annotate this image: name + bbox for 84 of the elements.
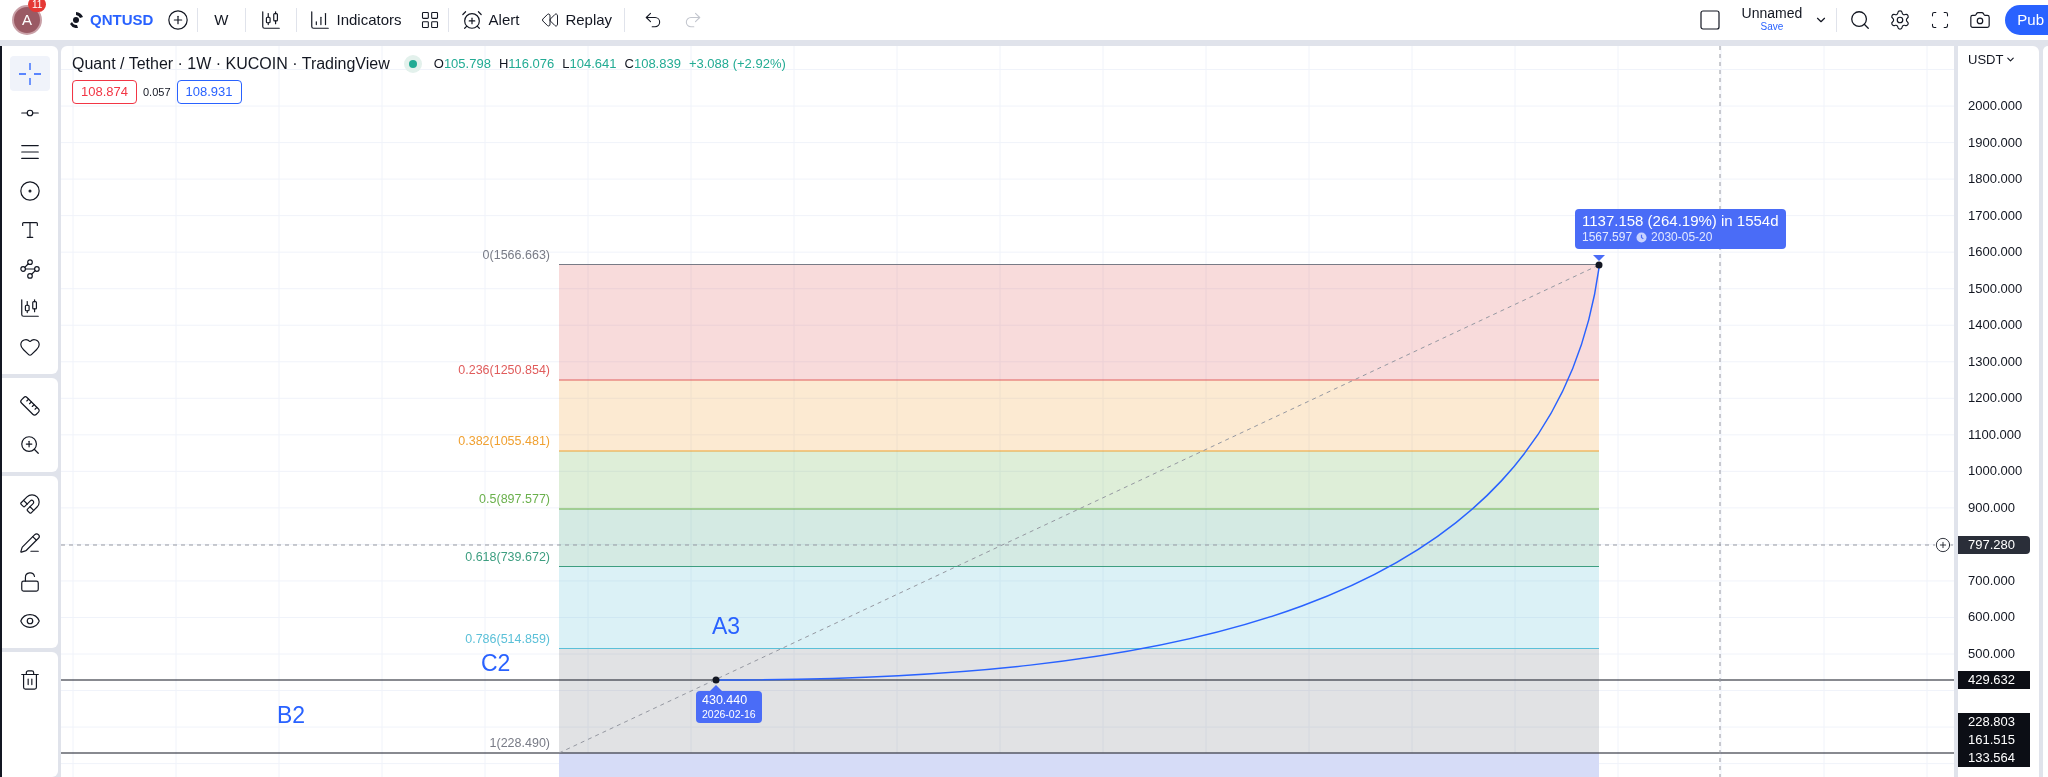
fib-level-label: 0.382(1055.481) (458, 434, 550, 448)
alert-button[interactable]: Alert (456, 8, 524, 32)
magnet-icon (19, 492, 41, 515)
buy-price[interactable]: 108.931 (176, 80, 242, 104)
price-tick: 1200.000 (1968, 390, 2023, 407)
price-tick: 1500.000 (1968, 280, 2023, 297)
tooltip-price: 1567.597 (1582, 229, 1633, 246)
price-label: 161.515 (1958, 731, 2030, 749)
tooltip-change: 1137.158 (264.19%) in 1554d (1582, 212, 1779, 229)
settings-icon[interactable] (1889, 9, 1912, 31)
fib-level-label: 0.786(514.859) (465, 631, 550, 646)
price-tick: 700.000 (1968, 572, 2015, 589)
interval-button[interactable]: W (206, 8, 237, 32)
ohlc-value: 104.641 (569, 55, 617, 74)
spread-value: 0.057 (143, 84, 171, 100)
price-tick: 1800.000 (1968, 171, 2023, 188)
add-alert-icon[interactable] (1935, 537, 1951, 553)
pattern-icon (19, 257, 41, 280)
ohlc-key: L (562, 54, 570, 74)
price-tick: 1700.000 (1968, 207, 2023, 224)
ohlc-value: 108.839 (633, 55, 681, 74)
symbol-logo-icon (68, 12, 84, 28)
pencil-icon (19, 531, 41, 554)
price-tick: 900.000 (1968, 499, 2015, 516)
currency-button[interactable]: USDT (1968, 50, 2017, 70)
price-tick: 600.000 (1968, 609, 2015, 626)
candles-icon (19, 296, 41, 319)
add-symbol-icon[interactable] (167, 9, 190, 31)
anchor-point[interactable] (1595, 261, 1603, 269)
chart-title: Quant / Tether · 1W · KUCOIN · TradingView (72, 54, 390, 74)
tooltip-date: 2030-05-20 (1651, 229, 1713, 246)
unlocked-icon (19, 570, 41, 593)
fib-level-label: 0.236(1250.854) (458, 363, 550, 377)
layout-grid-icon[interactable] (419, 10, 440, 30)
alarm-clock-icon (460, 9, 483, 31)
price-tick: 2000.000 (1968, 98, 2023, 115)
zoom-in-icon (19, 433, 41, 456)
price-change: +3.088 (+2.92%) (688, 55, 786, 74)
fib-level-label: 1(228.490) (489, 736, 550, 750)
trash-icon (19, 668, 41, 691)
symbol-search-button[interactable]: QNTUSD (68, 8, 154, 32)
candles-icon[interactable] (259, 9, 282, 31)
price-label: 429.632 (1958, 671, 2030, 689)
fib-level-label: 0(1566.663) (482, 247, 550, 262)
fib-level-label: 0.5(897.577) (479, 492, 550, 506)
price-label: 797.280 (1958, 536, 2030, 554)
crosshair-icon (18, 61, 42, 86)
price-label: 133.564 (1958, 749, 2030, 767)
ruler-icon (19, 394, 41, 417)
text-label: A3 (712, 615, 741, 638)
price-tick: 1100.000 (1968, 426, 2022, 443)
anchor-point[interactable] (712, 676, 720, 684)
fullscreen-icon[interactable] (1930, 10, 1951, 30)
tooltip-price: 430.440 (702, 693, 749, 707)
sell-price[interactable]: 108.874 (72, 80, 137, 104)
price-tick: 1300.000 (1968, 353, 2023, 370)
ohlc-key: H (498, 54, 509, 74)
text-label: C2 (481, 652, 511, 675)
tooltip-date: 2026-02-16 (702, 707, 756, 721)
clock-icon (1636, 232, 1648, 243)
indicators-button[interactable]: Indicators (304, 8, 406, 32)
checkbox-icon[interactable] (1697, 8, 1722, 32)
ohlc-key: O (433, 54, 444, 74)
rewind-icon (541, 11, 560, 29)
price-tick: 500.000 (1968, 646, 2015, 662)
layout-name-button[interactable]: Unnamed Save (1741, 6, 1803, 34)
replay-button[interactable]: Replay (537, 8, 617, 32)
bar-chart-icon (308, 9, 331, 31)
text-label: B2 (277, 704, 306, 727)
circle-icon (19, 179, 41, 202)
tooltip-pointer (1593, 255, 1605, 261)
price-tick: 1600.000 (1968, 244, 2023, 261)
publish-button[interactable]: Pub (2005, 5, 2048, 35)
ohlc-value: 105.798 (443, 55, 491, 74)
ohlc-value: 116.076 (508, 55, 555, 74)
price-tick: 1400.000 (1968, 317, 2023, 334)
price-tick: 1000.000 (1968, 463, 2023, 480)
notification-count: 11 (28, 0, 47, 12)
camera-icon[interactable] (1969, 9, 1992, 31)
price-tick: 1900.000 (1968, 134, 2023, 151)
price-label: 228.803 (1958, 713, 2030, 731)
search-icon[interactable] (1849, 9, 1872, 31)
ohlc-key: C (624, 54, 634, 74)
fib-level-label: 0.618(739.672) (465, 549, 550, 564)
